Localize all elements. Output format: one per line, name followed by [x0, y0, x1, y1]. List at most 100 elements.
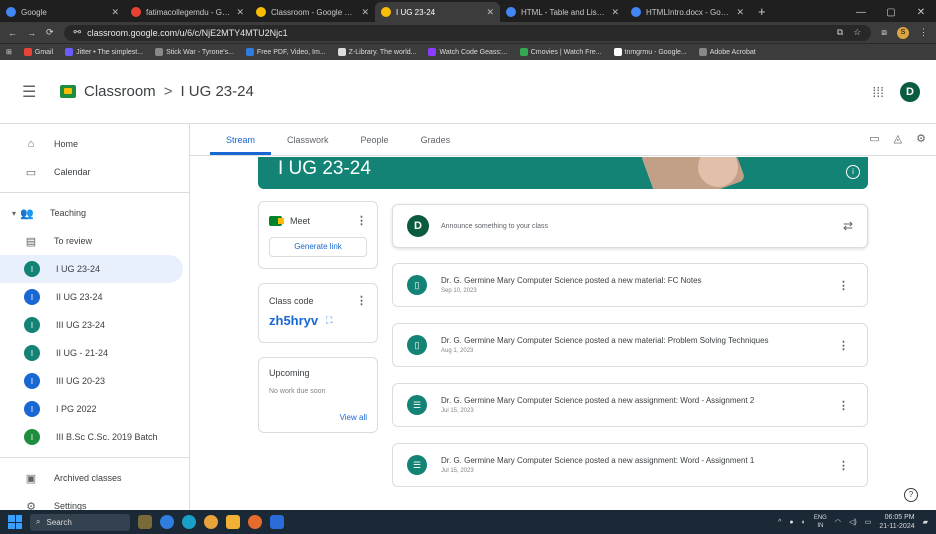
- taskbar-app-edge-icon[interactable]: [182, 515, 196, 529]
- url-bar[interactable]: ⚯ classroom.google.com/u/6/c/NjE2MTY4MTU…: [63, 24, 872, 41]
- bookmark-item[interactable]: Jitter • The simplest...: [65, 48, 143, 56]
- browser-tab[interactable]: fatimacollegemdu - Googl ✕: [125, 2, 250, 22]
- forward-icon[interactable]: →: [27, 28, 36, 38]
- google-apps-icon[interactable]: ⁞⁞⁞: [872, 84, 884, 100]
- sidebar-item-class[interactable]: I II UG 23-24: [0, 283, 189, 311]
- browser-tab[interactable]: HTML - Table and List.doc ✕: [500, 2, 625, 22]
- profile-avatar[interactable]: S: [897, 26, 909, 39]
- address-toolbar: ← → ⟳ ⚯ classroom.google.com/u/6/c/NjE2M…: [0, 22, 936, 43]
- taskbar-app-firefox-icon[interactable]: [248, 515, 262, 529]
- account-avatar[interactable]: D: [900, 81, 920, 102]
- tray-app-icon[interactable]: ●: [789, 519, 793, 526]
- volume-icon[interactable]: ◁): [849, 518, 857, 526]
- tab-close-icon[interactable]: ✕: [611, 7, 619, 18]
- collapse-arrow-icon[interactable]: ▾: [12, 209, 16, 218]
- install-icon[interactable]: ⧉: [837, 27, 843, 38]
- reuse-post-icon[interactable]: ⇄: [843, 219, 853, 233]
- tab-close-icon[interactable]: ✕: [236, 7, 244, 18]
- tab-close-icon[interactable]: ✕: [361, 7, 369, 18]
- tab-close-icon[interactable]: ✕: [111, 7, 119, 18]
- sidebar-item-class[interactable]: I III UG 20-23: [0, 367, 189, 395]
- sidebar-item-calendar[interactable]: ▭ Calendar: [0, 158, 189, 186]
- bookmark-item[interactable]: Stick War - Tyrone's...: [155, 48, 234, 56]
- browser-tab[interactable]: Classroom - Google Drive ✕: [250, 2, 375, 22]
- maximize-icon[interactable]: ▢: [876, 7, 906, 18]
- drive-folder-icon[interactable]: ◬: [894, 132, 902, 145]
- sidebar-item-teaching[interactable]: ▾ 👥 Teaching: [0, 199, 189, 227]
- post-more-icon[interactable]: ⋮: [838, 279, 849, 292]
- sidebar-item-home[interactable]: ⌂ Home: [0, 130, 189, 158]
- tab-close-icon[interactable]: ✕: [486, 7, 494, 18]
- sidebar-item-archived-classes[interactable]: ▣ Archived classes: [0, 464, 189, 492]
- new-tab-button[interactable]: +: [750, 2, 774, 22]
- language-indicator[interactable]: ENG IN: [814, 514, 827, 530]
- post-card[interactable]: ▯ Dr. G. Germine Mary Computer Science po…: [392, 323, 868, 367]
- breadcrumb-app[interactable]: Classroom: [84, 83, 156, 100]
- tab-close-icon[interactable]: ✕: [736, 7, 744, 18]
- sidebar-item-class[interactable]: I III UG 23-24: [0, 311, 189, 339]
- browser-tab[interactable]: HTMLIntro.docx - Google ✕: [625, 2, 750, 22]
- bookmarks-bar: ⊞ Gmail Jitter • The simplest... Stick War…: [0, 43, 936, 60]
- bookmark-item[interactable]: Gmail: [23, 48, 53, 56]
- clock[interactable]: 06:05 PM 21-11-2024: [879, 513, 914, 531]
- tab-people[interactable]: People: [345, 135, 405, 155]
- taskbar-app-chrome-icon[interactable]: [204, 515, 218, 529]
- post-card[interactable]: ▯ Dr. G. Germine Mary Computer Science po…: [392, 263, 868, 307]
- meet-more-icon[interactable]: ⋮: [356, 214, 367, 227]
- close-window-icon[interactable]: ✕: [906, 7, 936, 18]
- tab-classwork[interactable]: Classwork: [271, 135, 345, 155]
- tab-stream[interactable]: Stream: [210, 135, 272, 155]
- class-settings-icon[interactable]: ⚙: [916, 132, 926, 145]
- sidebar-item-class[interactable]: I II UG - 21-24: [0, 339, 189, 367]
- site-info-icon[interactable]: ⚯: [74, 27, 82, 38]
- bookmark-item[interactable]: Free PDF, Video, Im...: [245, 48, 326, 56]
- post-card[interactable]: ☰ Dr. G. Germine Mary Computer Science po…: [392, 383, 868, 427]
- post-more-icon[interactable]: ⋮: [838, 339, 849, 352]
- tray-chrome-icon[interactable]: ◐: [802, 519, 806, 526]
- notifications-icon[interactable]: ▰: [923, 518, 928, 526]
- generate-link-button[interactable]: Generate link: [269, 237, 367, 257]
- minimize-icon[interactable]: —: [846, 7, 876, 18]
- menu-icon[interactable]: ⋮: [919, 27, 928, 38]
- extensions-icon[interactable]: ⧈: [881, 27, 887, 38]
- bookmark-item[interactable]: Z-Library. The world...: [337, 48, 416, 56]
- bookmark-item[interactable]: Adobe Acrobat: [698, 48, 756, 56]
- help-icon[interactable]: ?: [904, 488, 918, 502]
- taskbar-app-word-icon[interactable]: [270, 515, 284, 529]
- sidebar-item-class[interactable]: I I PG 2022: [0, 395, 189, 423]
- back-icon[interactable]: ←: [8, 28, 17, 38]
- sidebar-item-to-review[interactable]: ▤ To review: [0, 227, 189, 255]
- classroom-logo[interactable]: [60, 85, 76, 98]
- calendar-icon[interactable]: ▭: [869, 132, 879, 145]
- bookmark-item[interactable]: Cmovies | Watch Fre...: [519, 48, 602, 56]
- browser-tab[interactable]: Google ✕: [0, 2, 125, 22]
- reload-icon[interactable]: ⟳: [46, 27, 54, 38]
- taskbar-search[interactable]: ⌕ Search: [30, 513, 130, 531]
- sidebar-item-class[interactable]: I I UG 23-24: [0, 255, 183, 283]
- taskbar-app-copilot-icon[interactable]: [160, 515, 174, 529]
- bookmark-item[interactable]: tnmgrmu - Google...: [613, 48, 687, 56]
- info-icon[interactable]: i: [846, 165, 860, 179]
- hamburger-menu-icon[interactable]: ☰: [22, 82, 52, 102]
- tray-chevron-icon[interactable]: ^: [778, 519, 781, 526]
- sidebar-item-class[interactable]: I III B.Sc C.Sc. 2019 Batch: [0, 423, 189, 451]
- battery-icon[interactable]: ▭: [865, 518, 872, 526]
- class-code-more-icon[interactable]: ⋮: [356, 294, 367, 307]
- bookmark-label: Adobe Acrobat: [709, 48, 756, 56]
- view-all-link[interactable]: View all: [340, 413, 367, 422]
- post-card[interactable]: ☰ Dr. G. Germine Mary Computer Science po…: [392, 443, 868, 487]
- post-more-icon[interactable]: ⋮: [838, 459, 849, 472]
- bookmark-star-icon[interactable]: ☆: [853, 27, 861, 38]
- post-more-icon[interactable]: ⋮: [838, 399, 849, 412]
- windows-start-icon[interactable]: [8, 515, 22, 529]
- apps-grid-icon[interactable]: ⊞: [6, 48, 12, 56]
- taskbar-app-explorer-icon[interactable]: [226, 515, 240, 529]
- taskbar-app-widget-icon[interactable]: [138, 515, 152, 529]
- tab-grades[interactable]: Grades: [405, 135, 467, 155]
- bookmark-item[interactable]: Watch Code Geass:...: [428, 48, 508, 56]
- wifi-icon[interactable]: ◠: [835, 518, 841, 526]
- fullscreen-icon[interactable]: ⛶: [326, 315, 332, 326]
- bookmark-favicon-icon: [698, 48, 707, 56]
- browser-tab[interactable]: I UG 23-24 ✕: [375, 2, 500, 22]
- announce-box[interactable]: D Announce something to your class ⇄: [392, 204, 868, 248]
